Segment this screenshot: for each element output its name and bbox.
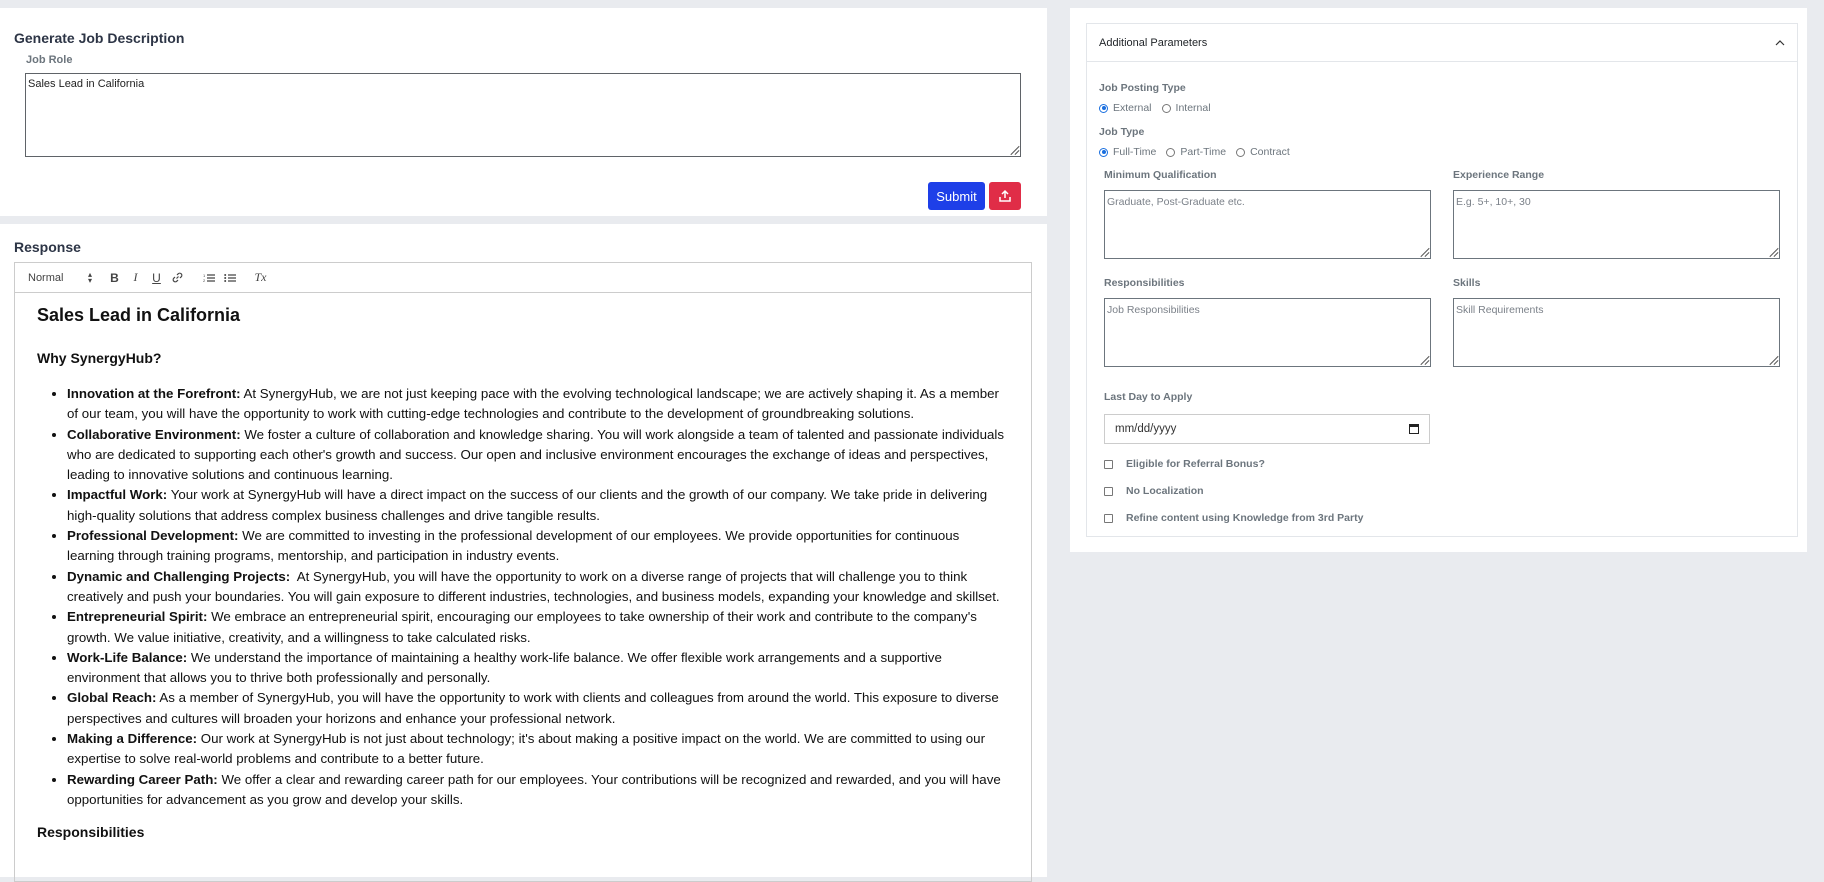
italic-button[interactable]: I [125,268,146,288]
clear-format-button[interactable]: Tx [250,268,271,288]
bullet-list-icon [223,273,236,282]
job-type-label: Job Type [1099,126,1145,138]
rich-text-editor[interactable]: Normal ▴ ▾ B I U 12 Tx Sales Lead in Cali… [14,262,1032,882]
radio-full-time[interactable] [1099,147,1108,157]
list-item-title: Impactful Work: [67,487,168,503]
upload-icon [999,189,1011,202]
list-item-title: Work-Life Balance: [67,649,188,665]
calendar-icon[interactable] [1409,424,1419,434]
list-item-text: As a member of SynergyHub, you will have… [67,690,1003,726]
chevron-up-icon[interactable] [1775,38,1785,48]
min-qualification-label: Minimum Qualification [1104,169,1217,181]
responsibilities-label: Responsibilities [1104,277,1185,289]
responsibilities-input[interactable]: Job Responsibilities [1104,298,1431,367]
job-type-group: Full-Time Part-Time Contract [1099,146,1300,158]
radio-internal[interactable] [1161,103,1171,113]
refine-content-checkbox[interactable] [1104,513,1113,523]
generate-title: Generate Job Description [14,30,185,46]
radio-part-time[interactable] [1166,147,1176,157]
referral-bonus-checkbox[interactable] [1104,459,1113,469]
radio-external[interactable] [1099,103,1108,113]
underline-button[interactable]: U [146,268,167,288]
radio-external-label: External [1113,102,1152,114]
list-item-text: Our work at SynergyHub is not just about… [67,731,989,767]
refine-content-label: Refine content using Knowledge from 3rd … [1126,512,1364,524]
list-item-title: Innovation at the Forefront: [67,386,241,401]
resize-handle-icon[interactable] [1417,245,1429,257]
radio-part-time-label: Part-Time [1180,146,1227,158]
list-item-title: Making a Difference: [67,731,198,747]
min-qualification-input[interactable]: Graduate, Post-Graduate etc. [1104,190,1431,259]
refine-content-row: Refine content using Knowledge from 3rd … [1104,512,1363,524]
generate-card: Generate Job Description Job Role Sales … [0,8,1047,216]
responsibilities-heading: Responsibilities [37,824,145,841]
no-localization-checkbox[interactable] [1104,486,1113,496]
experience-range-label: Experience Range [1453,169,1545,181]
list-item: Collaborative Environment: We foster a c… [67,425,1009,486]
experience-range-input[interactable]: E.g. 5+, 10+, 30 [1453,190,1780,259]
submit-button[interactable]: Submit [928,182,985,210]
list-item: Dynamic and Challenging Projects: At Syn… [67,567,1009,608]
upload-button[interactable] [989,182,1021,210]
list-item-title: Rewarding Career Path: [67,771,218,787]
editor-toolbar: Normal ▴ ▾ B I U 12 Tx [15,263,1031,293]
list-item-title: Dynamic and Challenging Projects: [67,568,291,584]
radio-contract-label: Contract [1250,146,1290,158]
list-item: Impactful Work: Your work at SynergyHub … [67,485,1009,526]
list-item: Entrepreneurial Spirit: We embrace an en… [67,607,1009,648]
last-day-placeholder: mm/dd/yyyy [1115,423,1177,435]
select-arrows-icon: ▴ ▾ [87,269,92,285]
skills-input[interactable]: Skill Requirements [1453,298,1780,367]
referral-bonus-row: Eligible for Referral Bonus? [1104,458,1265,470]
bold-button[interactable]: B [104,268,125,288]
list-item-text: We understand the importance of maintain… [67,649,946,686]
posting-type-label: Job Posting Type [1099,82,1186,94]
list-item-title: Global Reach: [67,690,157,706]
radio-full-time-label: Full-Time [1113,146,1157,158]
no-localization-row: No Localization [1104,485,1204,497]
params-title: Additional Parameters [1099,36,1208,49]
radio-contract[interactable] [1236,147,1246,157]
params-header[interactable]: Additional Parameters [1087,24,1797,62]
format-select[interactable]: Normal ▴ ▾ [28,269,92,285]
radio-internal-label: Internal [1175,102,1211,114]
svg-text:2: 2 [203,278,206,283]
bullet-list-button[interactable] [219,268,240,288]
response-card: Response Normal ▴ ▾ B I U 12 Tx Sales Lea [0,224,1047,882]
ordered-list-icon: 12 [203,273,215,283]
last-day-input[interactable]: mm/dd/yyyy [1104,414,1430,444]
list-item: Making a Difference: Our work at Synergy… [67,729,1009,770]
referral-bonus-label: Eligible for Referral Bonus? [1126,458,1265,470]
resize-handle-icon[interactable] [1007,143,1019,155]
list-item: Innovation at the Forefront: At SynergyH… [67,384,1009,425]
resize-handle-icon[interactable] [1417,353,1429,365]
why-list: Innovation at the Forefront: At SynergyH… [37,384,1009,810]
job-role-label: Job Role [26,54,73,66]
link-button[interactable] [167,268,188,288]
params-panel: Additional Parameters Job Posting Type E… [1070,8,1807,552]
ordered-list-button[interactable]: 12 [198,268,219,288]
skills-label: Skills [1453,277,1481,289]
resize-handle-icon[interactable] [1766,245,1778,257]
resize-handle-icon[interactable] [1766,353,1778,365]
document-heading: Sales Lead in California [37,305,241,325]
why-heading: Why SynergyHub? [37,350,162,366]
list-item-title: Collaborative Environment: [67,426,241,442]
link-icon [172,272,183,283]
list-item: Rewarding Career Path: We offer a clear … [67,770,1009,811]
params-card: Additional Parameters Job Posting Type E… [1086,23,1798,537]
job-role-input[interactable]: Sales Lead in California [25,73,1021,157]
response-title: Response [14,239,81,255]
last-day-label: Last Day to Apply [1104,391,1193,403]
editor-content[interactable]: Sales Lead in California Why SynergyHub?… [15,293,1031,840]
list-item: Work-Life Balance: We understand the imp… [67,648,1009,689]
list-item-title: Professional Development: [67,528,239,544]
list-item: Global Reach: As a member of SynergyHub,… [67,688,1009,729]
list-item-text: Your work at SynergyHub will have a dire… [67,487,991,523]
format-select-value: Normal [28,271,64,284]
list-item: Professional Development: We are committ… [67,526,1009,567]
posting-type-group: External Internal [1099,102,1221,114]
list-item-title: Entrepreneurial Spirit: [67,609,208,625]
no-localization-label: No Localization [1126,485,1204,497]
